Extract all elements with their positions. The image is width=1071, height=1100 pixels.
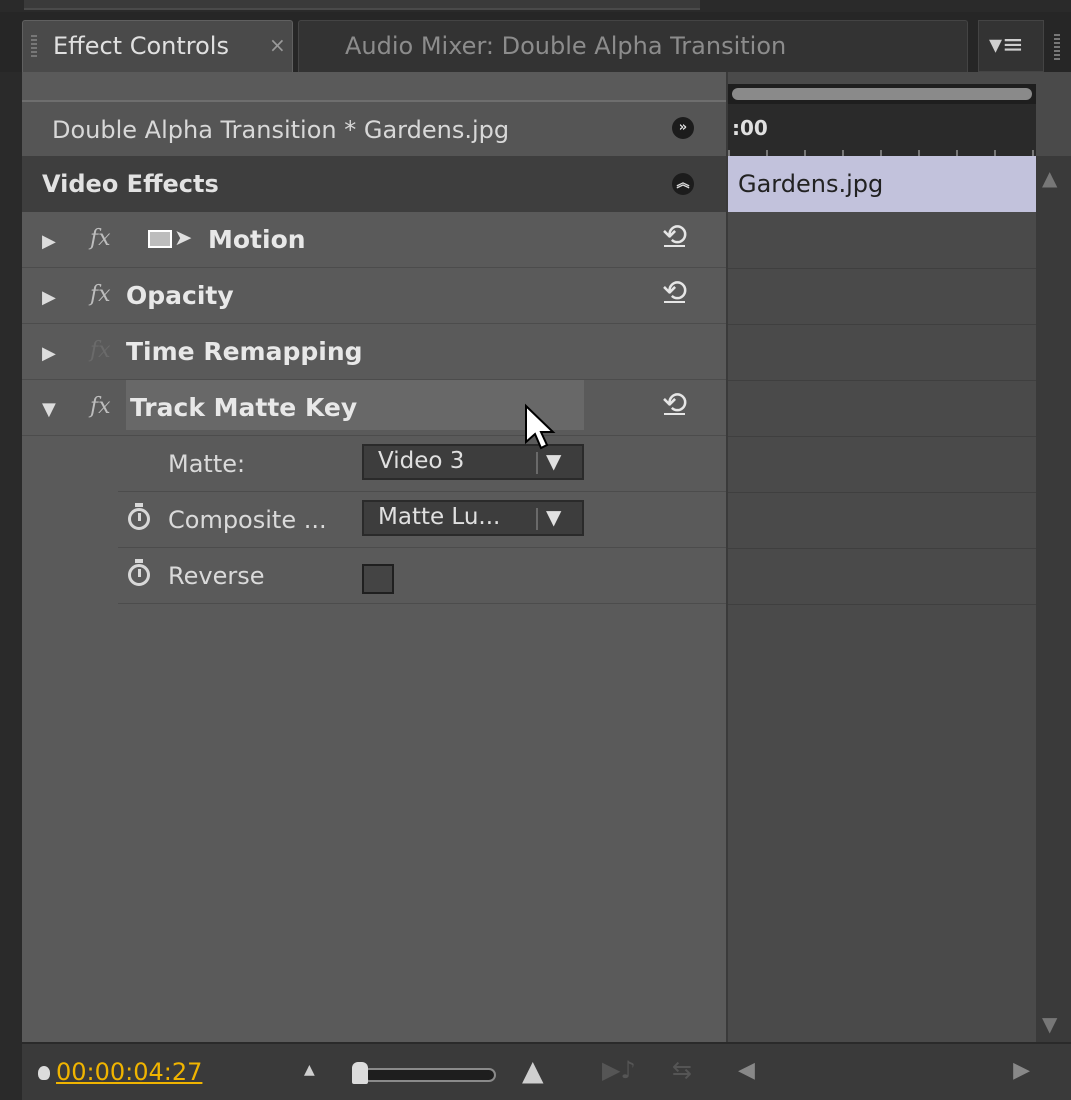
tab-audio-mixer[interactable]: Audio Mixer: Double Alpha Transition	[298, 20, 968, 72]
property-row-composite: Composite ... Matte Lu... ▼	[118, 492, 726, 548]
tab-effect-controls[interactable]: Effect Controls ×	[22, 20, 293, 72]
top-border	[0, 0, 1071, 12]
property-label: Composite ...	[168, 506, 327, 534]
top-border-segment	[24, 0, 700, 10]
row-divider	[728, 548, 1036, 549]
effect-timeline: :00 Gardens.jpg ▲ ▼	[726, 72, 1071, 1100]
stopwatch-icon[interactable]	[128, 503, 150, 530]
tab-grip-icon[interactable]	[31, 35, 37, 59]
effect-row-track-matte-key[interactable]: ▼ fx Track Matte Key ⟲	[22, 380, 726, 436]
clip-header: Double Alpha Transition * Gardens.jpg »	[22, 100, 726, 156]
zoom-out-icon[interactable]: ▲	[304, 1062, 315, 1078]
bottom-toolbar: 00:00:04:27 ▲ ▲ ▶♪ ⇆ ◀ ▶	[22, 1042, 1071, 1100]
video-effects-header: Video Effects ︽	[22, 156, 726, 212]
fx-toggle-icon[interactable]: fx	[90, 394, 111, 419]
motion-transform-icon[interactable]	[148, 230, 172, 248]
expand-triangle-icon[interactable]: ▶	[42, 231, 56, 252]
tab-label: Effect Controls	[53, 32, 229, 60]
collapse-icon[interactable]: ︽	[672, 173, 694, 195]
tab-label: Audio Mixer: Double Alpha Transition	[345, 32, 787, 60]
vertical-scrollbar[interactable]: ▲ ▼	[1036, 156, 1071, 1046]
panel-left-edge	[0, 72, 22, 1100]
scrollbar-thumb[interactable]	[732, 88, 1032, 100]
show-timeline-icon[interactable]: »	[672, 117, 694, 139]
row-divider	[728, 380, 1036, 381]
close-icon[interactable]: ×	[269, 33, 286, 57]
stopwatch-icon[interactable]	[128, 559, 150, 586]
row-divider	[728, 268, 1036, 269]
dropdown-value: Matte Lu...	[378, 504, 501, 530]
dropdown-separator	[536, 508, 538, 530]
panel-tab-bar: Effect Controls × Audio Mixer: Double Al…	[0, 12, 1071, 72]
fx-toggle-icon: fx	[90, 338, 111, 363]
effect-row-time-remapping[interactable]: ▶ fx Time Remapping	[22, 324, 726, 380]
clip-header-label: Double Alpha Transition * Gardens.jpg	[52, 116, 510, 144]
composite-dropdown[interactable]: Matte Lu... ▼	[362, 500, 584, 536]
mouse-cursor-icon	[525, 403, 556, 450]
effect-row-motion[interactable]: ▶ fx ➤ Motion ⟲	[22, 212, 726, 268]
expand-triangle-icon[interactable]: ▶	[42, 343, 56, 364]
time-ruler[interactable]: :00	[728, 104, 1036, 156]
chevron-down-icon: ▼	[546, 505, 562, 529]
scroll-right-icon[interactable]: ▶	[1013, 1058, 1030, 1083]
property-label: Matte:	[168, 450, 246, 478]
timecode[interactable]: 00:00:04:27	[56, 1058, 202, 1086]
playhead-icon	[38, 1066, 50, 1080]
effect-label: Track Matte Key	[130, 393, 358, 422]
effect-label: Motion	[208, 225, 306, 254]
collapse-triangle-icon[interactable]: ▼	[42, 399, 56, 420]
row-divider	[728, 324, 1036, 325]
clip-bar[interactable]: Gardens.jpg	[728, 156, 1036, 212]
reset-icon[interactable]: ⟲	[662, 386, 687, 421]
play-audio-icon: ▶♪	[602, 1056, 636, 1084]
fx-toggle-icon[interactable]: fx	[90, 226, 111, 251]
panel-menu-icon: ▾≡	[989, 30, 1024, 60]
effect-row-opacity[interactable]: ▶ fx Opacity ⟲	[22, 268, 726, 324]
effect-label: Opacity	[126, 281, 234, 310]
video-effects-label: Video Effects	[42, 170, 219, 198]
zoom-slider[interactable]	[362, 1068, 496, 1082]
effect-label: Time Remapping	[126, 337, 363, 366]
panel-menu-button[interactable]: ▾≡	[978, 20, 1044, 72]
row-divider	[728, 604, 1036, 605]
loop-icon: ⇆	[672, 1056, 693, 1084]
reset-icon[interactable]: ⟲	[662, 218, 687, 253]
timeline-horizontal-scrollbar[interactable]: ◀ ▶	[730, 1044, 1038, 1100]
row-divider	[728, 492, 1036, 493]
zoom-in-icon[interactable]: ▲	[522, 1054, 544, 1087]
expand-triangle-icon[interactable]: ▶	[42, 287, 56, 308]
scroll-left-icon[interactable]: ◀	[738, 1058, 755, 1083]
zoom-slider-thumb[interactable]	[352, 1062, 368, 1084]
property-label: Reverse	[168, 562, 265, 590]
panel-grip-icon[interactable]	[1054, 34, 1060, 62]
timeline-zoom-scrollbar[interactable]	[728, 84, 1036, 104]
clip-bar-label: Gardens.jpg	[738, 170, 884, 198]
property-row-reverse: Reverse	[118, 548, 726, 604]
reset-icon[interactable]: ⟲	[662, 274, 687, 309]
ruler-time: :00	[732, 116, 768, 140]
reverse-checkbox[interactable]	[362, 564, 394, 594]
scroll-up-icon[interactable]: ▲	[1042, 166, 1057, 190]
dropdown-value: Video 3	[378, 448, 465, 474]
arrow-icon: ➤	[174, 226, 193, 251]
row-divider	[728, 436, 1036, 437]
effect-controls-panel: Double Alpha Transition * Gardens.jpg » …	[22, 72, 1071, 1100]
scroll-down-icon[interactable]: ▼	[1042, 1012, 1057, 1036]
fx-toggle-icon[interactable]: fx	[90, 282, 111, 307]
property-row-matte: Matte: Video 3 ▼	[118, 436, 726, 492]
